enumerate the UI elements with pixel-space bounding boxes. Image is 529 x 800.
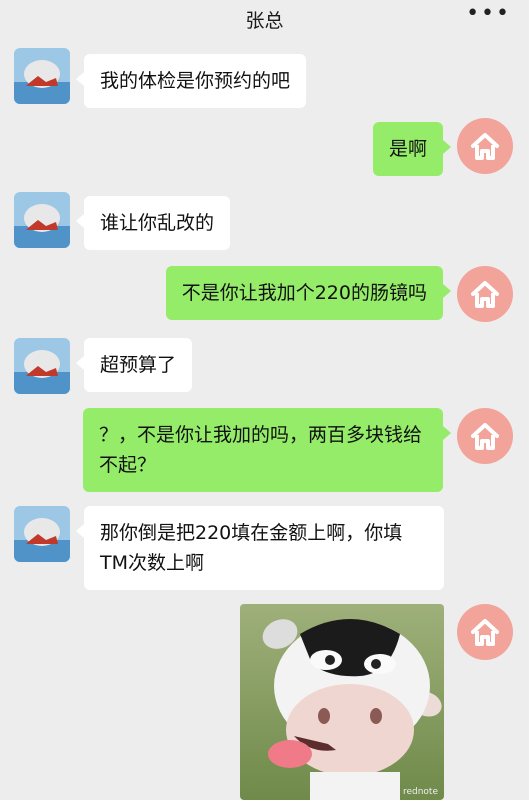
message-bubble-outgoing[interactable]: 是啊 bbox=[372, 122, 452, 176]
self-avatar[interactable] bbox=[457, 118, 513, 174]
self-avatar[interactable] bbox=[457, 408, 513, 464]
watermark-text: rednote bbox=[403, 787, 438, 797]
message-bubble-incoming[interactable]: 那你倒是把220填在金额上啊，你填TM次数上啊 bbox=[76, 506, 444, 590]
home-icon bbox=[471, 281, 499, 308]
message-bubble-incoming[interactable]: 我的体检是你预约的吧 bbox=[75, 54, 307, 108]
chat-header: 张总 ••• bbox=[0, 0, 529, 40]
contact-avatar[interactable] bbox=[14, 48, 70, 104]
more-dots-icon[interactable]: ••• bbox=[466, 3, 511, 25]
message-bubble-incoming[interactable]: 超预算了 bbox=[75, 338, 193, 392]
home-icon bbox=[471, 619, 499, 646]
contact-avatar[interactable] bbox=[14, 506, 70, 562]
home-icon bbox=[471, 423, 499, 450]
self-avatar[interactable] bbox=[457, 604, 513, 660]
message-bubble-outgoing[interactable]: 不是你让我加个220的肠镜吗 bbox=[165, 266, 452, 320]
message-bubble-outgoing[interactable]: ？，不是你让我加的吗，两百多块钱给不起？ bbox=[83, 408, 451, 492]
chat-title: 张总 bbox=[245, 10, 284, 32]
cow-sticker[interactable]: rednote bbox=[240, 604, 444, 800]
home-icon bbox=[471, 133, 499, 160]
message-bubble-incoming[interactable]: 谁让你乱改的 bbox=[75, 196, 231, 250]
contact-avatar[interactable] bbox=[14, 192, 70, 248]
self-avatar[interactable] bbox=[457, 266, 513, 322]
contact-avatar[interactable] bbox=[14, 338, 70, 394]
